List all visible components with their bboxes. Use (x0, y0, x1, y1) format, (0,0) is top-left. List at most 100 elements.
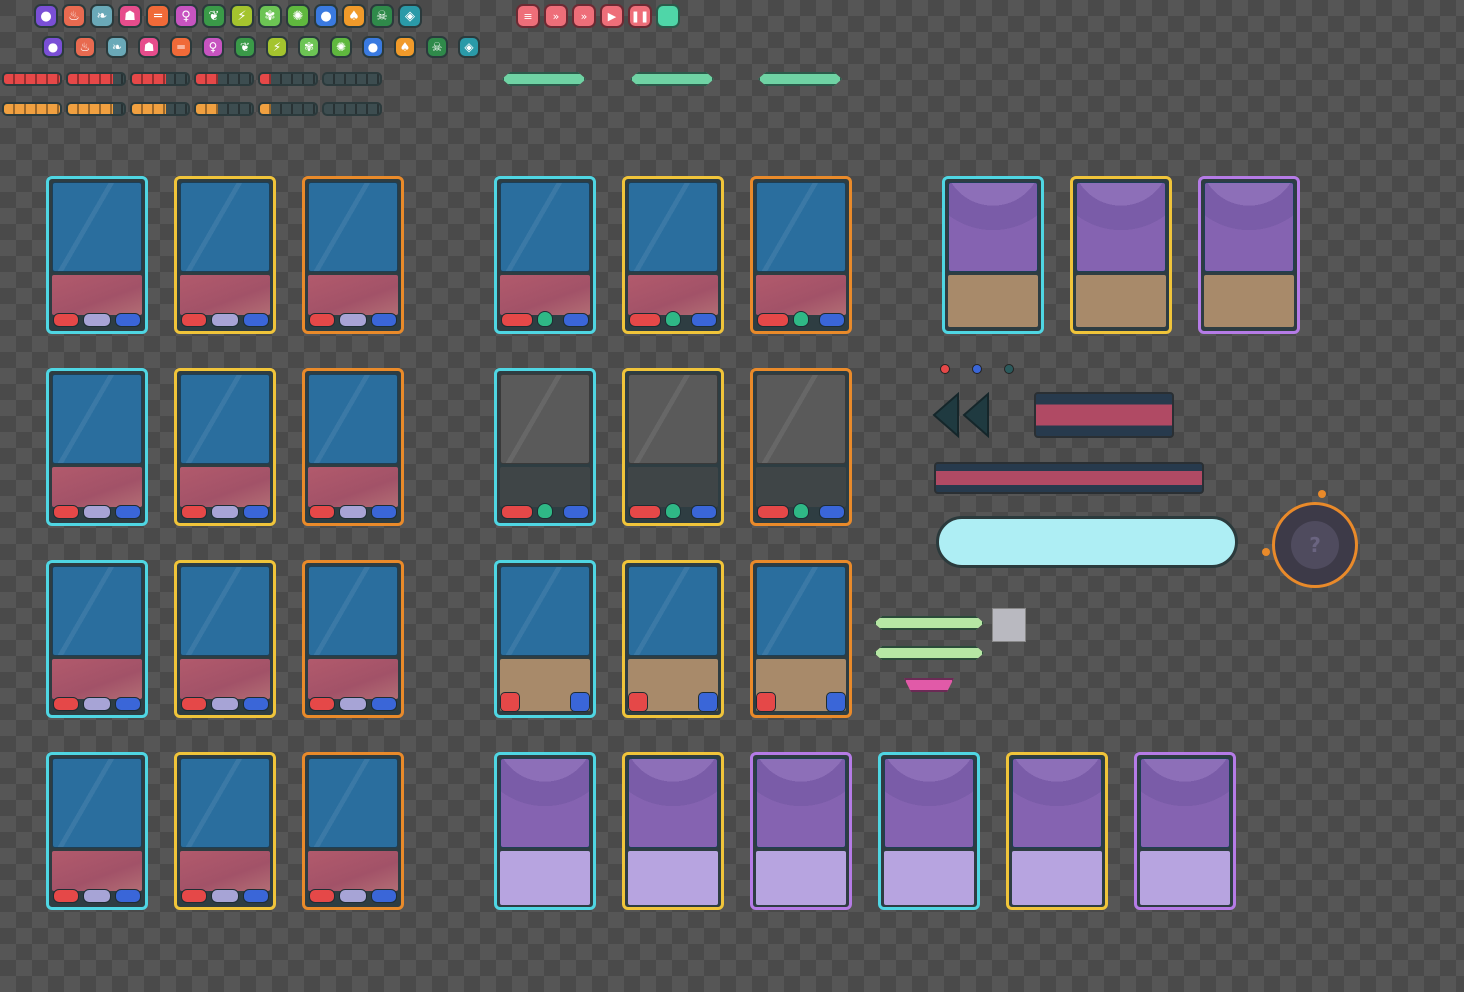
type-icon-row-bottom: ● ♨ ❧ ☗ ═ ♀ ❦ ⚡ ✾ ✺ ● ♠ ☠ ◈ (42, 36, 480, 58)
item-card-3[interactable] (750, 560, 852, 718)
unit-card-1-1[interactable] (46, 176, 148, 334)
health-bar-1 (2, 72, 62, 86)
card-art (180, 758, 270, 848)
speech-icon: ● (34, 4, 58, 28)
card-pill-m (83, 505, 111, 519)
card-art (52, 566, 142, 656)
card-body (884, 851, 974, 905)
ghost-icon: ☗ (138, 36, 160, 58)
card-art (756, 374, 846, 464)
help-icon: ? (1291, 521, 1339, 569)
card-pill-r (371, 889, 397, 903)
unit-card-4-2[interactable] (174, 752, 276, 910)
card-back-1[interactable] (494, 752, 596, 910)
fairy-icon: ♀ (202, 36, 224, 58)
card-pill-l (53, 697, 79, 711)
card-body (180, 275, 270, 315)
card-art (1076, 182, 1166, 272)
xp-bar-2 (874, 646, 984, 660)
card-gem-icon (665, 503, 681, 519)
card-pill-m (211, 505, 239, 519)
card-pill-r (819, 505, 845, 519)
card-art (308, 566, 398, 656)
card-pill-l (629, 505, 661, 519)
fire-icon: ♠ (394, 36, 416, 58)
card-art (52, 758, 142, 848)
unit-card-2-2[interactable] (174, 368, 276, 526)
card-art (1012, 758, 1102, 848)
card-body (1140, 851, 1230, 905)
blank-icon[interactable] (656, 4, 680, 28)
locked-card-3[interactable] (750, 368, 852, 526)
item-card-2[interactable] (622, 560, 724, 718)
dumbbell-icon: ═ (170, 36, 192, 58)
blue-dot (972, 364, 982, 374)
event-card-2[interactable] (1070, 176, 1172, 334)
unit-card-3-3[interactable] (302, 560, 404, 718)
fast-forward-icon[interactable]: » (572, 4, 596, 28)
card-back-6[interactable] (1134, 752, 1236, 910)
health-bar-6 (322, 72, 382, 86)
unit-card-1-2[interactable] (174, 176, 276, 334)
green-tag-2 (630, 72, 714, 86)
card-art (180, 566, 270, 656)
card-pill-l (501, 313, 533, 327)
unit-card-1-3[interactable] (302, 176, 404, 334)
pause-icon[interactable]: ❚❚ (628, 4, 652, 28)
item-card-1[interactable] (494, 560, 596, 718)
unit-card-3-1[interactable] (46, 560, 148, 718)
bug-icon: ✺ (330, 36, 352, 58)
unit-card-2-1[interactable] (46, 368, 148, 526)
play-icon[interactable]: ▶ (600, 4, 624, 28)
card-back-2[interactable] (622, 752, 724, 910)
card-pill-l (757, 313, 789, 327)
card-body (1076, 275, 1166, 327)
rewind-icon[interactable] (930, 392, 992, 438)
event-card-3[interactable] (1198, 176, 1300, 334)
skill-card-1[interactable] (494, 176, 596, 334)
event-card-1[interactable] (942, 176, 1044, 334)
card-art (52, 182, 142, 272)
card-pill-r (563, 505, 589, 519)
card-pill-m (83, 313, 111, 327)
card-pill-r (115, 313, 141, 327)
card-back-3[interactable] (750, 752, 852, 910)
card-art (308, 182, 398, 272)
card-body (756, 467, 846, 507)
locked-card-2[interactable] (622, 368, 724, 526)
card-pill-r (115, 505, 141, 519)
unit-card-4-1[interactable] (46, 752, 148, 910)
card-pill-m (83, 697, 111, 711)
card-pill-r (371, 505, 397, 519)
card-body (756, 275, 846, 315)
card-pill-m (339, 697, 367, 711)
skill-card-2[interactable] (622, 176, 724, 334)
energy-bar-1 (2, 102, 62, 116)
fairy-icon: ♀ (174, 4, 198, 28)
card-body (500, 467, 590, 507)
card-body (52, 851, 142, 891)
status-panel-small (1034, 392, 1174, 438)
locked-card-1[interactable] (494, 368, 596, 526)
fast-forward-3-icon[interactable]: » (544, 4, 568, 28)
lightning-icon: ⚡ (266, 36, 288, 58)
energy-bar-4 (194, 102, 254, 116)
card-back-4[interactable] (878, 752, 980, 910)
card-body (52, 659, 142, 699)
help-dial[interactable]: ? (1272, 502, 1358, 588)
card-art (500, 566, 590, 656)
red-dot (940, 364, 950, 374)
card-back-5[interactable] (1006, 752, 1108, 910)
unit-card-2-3[interactable] (302, 368, 404, 526)
dumbbell-icon: ═ (146, 4, 170, 28)
card-corner-l (500, 692, 520, 712)
card-pill-r (115, 697, 141, 711)
card-pill-m (339, 505, 367, 519)
unit-card-4-3[interactable] (302, 752, 404, 910)
energy-bar-2 (66, 102, 126, 116)
list-icon[interactable]: ≡ (516, 4, 540, 28)
dial-knob (1318, 490, 1326, 498)
unit-card-3-2[interactable] (174, 560, 276, 718)
skill-card-3[interactable] (750, 176, 852, 334)
skull-icon: ☠ (370, 4, 394, 28)
